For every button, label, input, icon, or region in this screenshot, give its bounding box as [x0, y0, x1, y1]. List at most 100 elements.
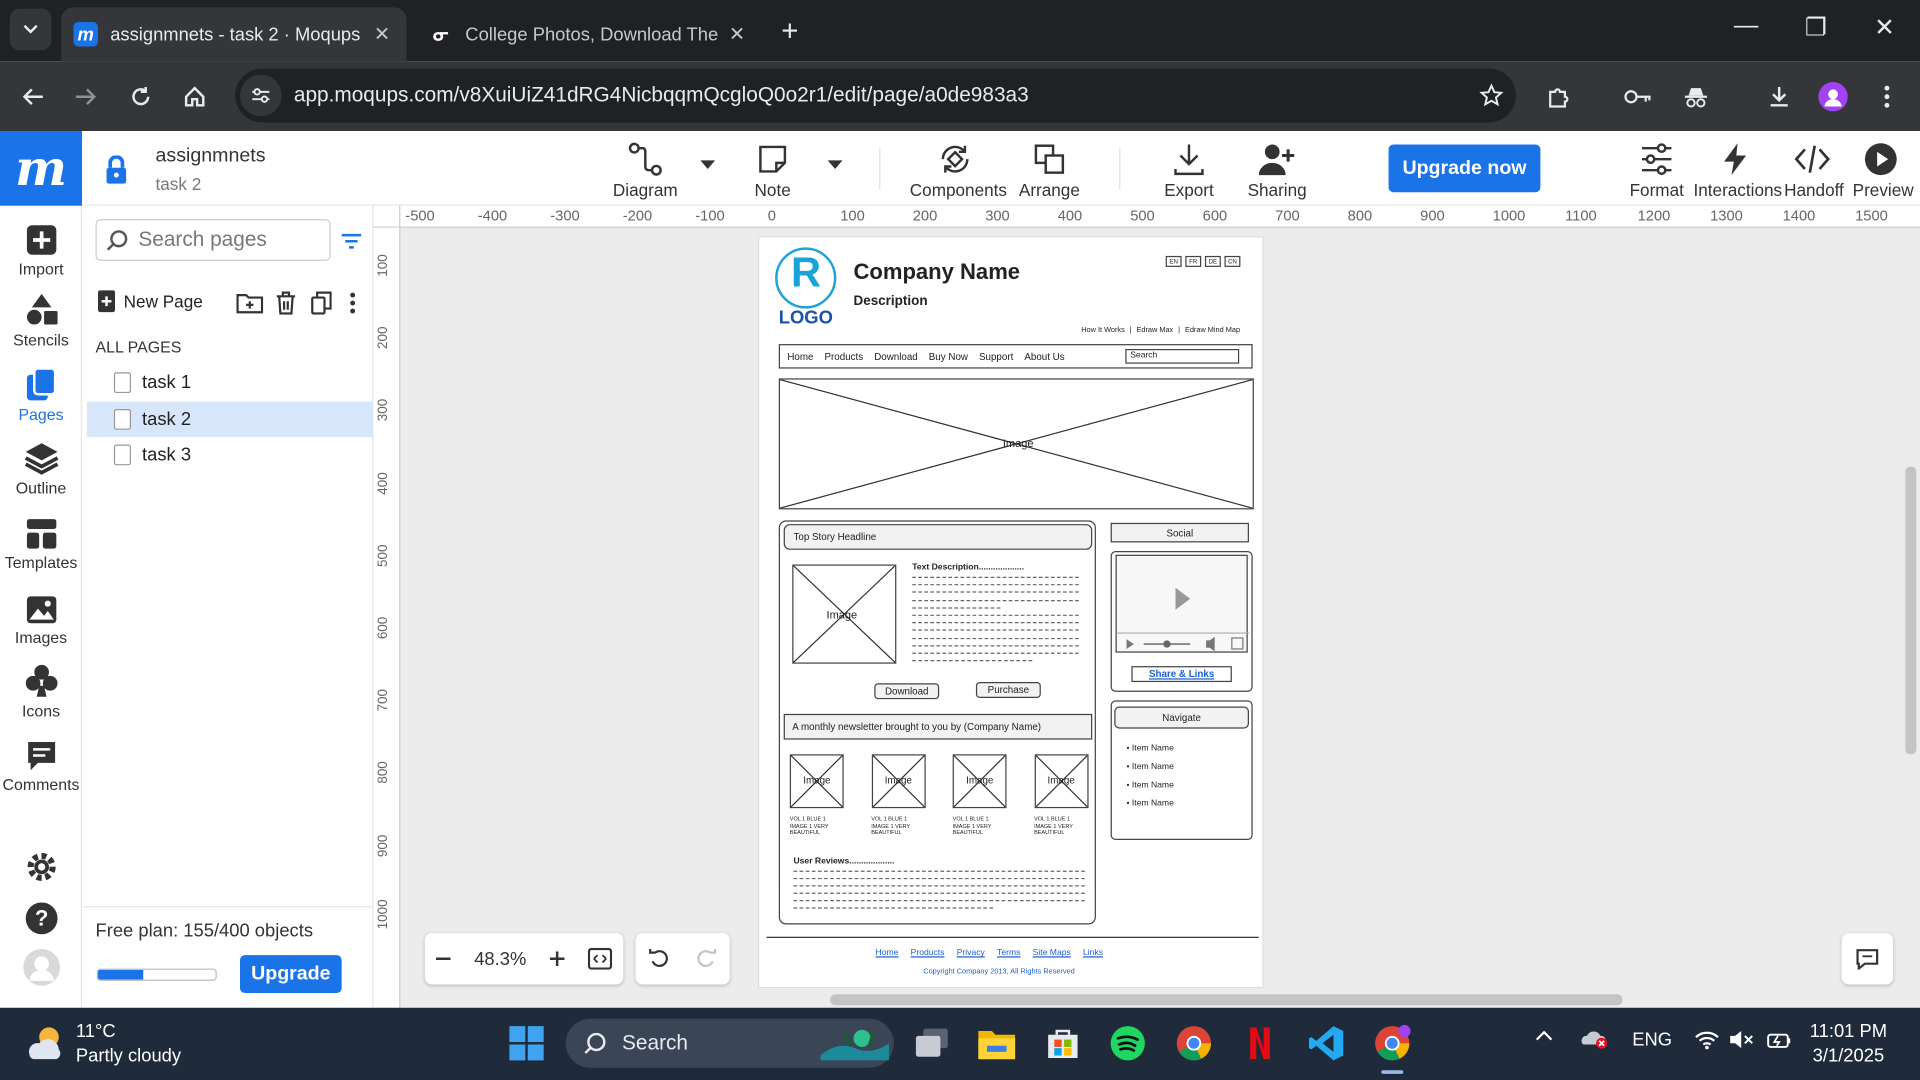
- page-item-task-1[interactable]: task 1: [87, 365, 374, 401]
- nav-templates[interactable]: Templates: [0, 513, 82, 572]
- close-tab-icon[interactable]: ✕: [370, 22, 394, 46]
- redo-icon[interactable]: [695, 948, 717, 970]
- language-indicator[interactable]: ENG: [1632, 1030, 1672, 1051]
- project-title[interactable]: assignmnets task 2: [156, 146, 266, 194]
- add-folder-icon[interactable]: [236, 291, 264, 314]
- forward-icon[interactable]: [70, 81, 102, 113]
- navigate-item-label: Item Name: [1131, 781, 1174, 790]
- nav-comments[interactable]: Comments: [0, 735, 82, 793]
- wifi-icon[interactable]: [1695, 1030, 1719, 1050]
- zoom-in-button[interactable]: [549, 951, 565, 967]
- spotify-icon[interactable]: [1107, 1022, 1149, 1064]
- nav-import[interactable]: Import: [0, 219, 82, 278]
- profile-avatar[interactable]: [1817, 81, 1849, 113]
- chrome-active-icon[interactable]: [1371, 1022, 1413, 1064]
- download-label: Download: [884, 685, 929, 697]
- nav-stencils[interactable]: Stencils: [0, 290, 82, 349]
- chrome-icon[interactable]: [1173, 1022, 1215, 1064]
- task-view-icon[interactable]: [911, 1022, 953, 1064]
- fit-to-screen-icon[interactable]: [587, 947, 612, 970]
- format-button[interactable]: Format: [1627, 141, 1686, 200]
- page-item-task-2[interactable]: task 2: [86, 401, 374, 438]
- help-button[interactable]: ?: [0, 899, 82, 939]
- download-icon[interactable]: [1763, 81, 1795, 113]
- more-options-icon[interactable]: [349, 291, 356, 314]
- text-line: [912, 576, 1079, 578]
- interactions-button[interactable]: Interactions: [1693, 141, 1782, 200]
- upgrade-now-button[interactable]: Upgrade now: [1388, 144, 1541, 193]
- user-avatar[interactable]: [0, 948, 82, 989]
- browser-tab-moqups[interactable]: m assignmnets - task 2 · Moqups ✕: [61, 7, 407, 62]
- bookmark-star-icon[interactable]: [1467, 83, 1516, 107]
- search-pages-input[interactable]: Search pages: [95, 219, 331, 261]
- horizontal-scrollbar[interactable]: [830, 994, 1623, 1006]
- home-icon[interactable]: [179, 81, 211, 113]
- diagram-dropdown-icon[interactable]: [700, 160, 716, 169]
- zoom-level[interactable]: 48.3%: [474, 948, 526, 969]
- preview-button[interactable]: Preview: [1853, 141, 1914, 200]
- note-button[interactable]: Note: [751, 141, 795, 200]
- trash-icon[interactable]: [276, 291, 297, 315]
- nav-icons[interactable]: Icons: [0, 661, 82, 720]
- site-info-icon[interactable]: [240, 74, 282, 117]
- close-tab-icon[interactable]: ✕: [725, 22, 749, 46]
- show-hidden-icons[interactable]: [1534, 1030, 1554, 1042]
- note-dropdown-icon[interactable]: [827, 160, 843, 169]
- zoom-out-button[interactable]: [436, 957, 452, 961]
- top-story-headline: Top Story Headline: [783, 524, 1093, 550]
- minimize-icon[interactable]: —: [1722, 12, 1771, 40]
- vertical-scrollbar[interactable]: [1905, 466, 1917, 755]
- browser-menu-icon[interactable]: [1871, 81, 1903, 113]
- close-window-icon[interactable]: ✕: [1860, 12, 1909, 43]
- handoff-button[interactable]: Handoff: [1784, 141, 1844, 200]
- lock-icon[interactable]: [104, 155, 128, 185]
- filter-icon[interactable]: [341, 233, 362, 250]
- tab-search-button[interactable]: [9, 8, 52, 51]
- play-icon: [1864, 143, 1897, 176]
- nav-images[interactable]: Images: [0, 588, 82, 647]
- windows-start-icon[interactable]: [506, 1022, 548, 1064]
- editor-canvas[interactable]: -500 -400 -300 -200 -100 0 100 200 300 400 500 600 7…: [373, 205, 1920, 1008]
- incognito-icon[interactable]: [1680, 81, 1712, 113]
- thumbnail-caption: IMAGE 1 VERY: [952, 822, 992, 829]
- chat-support-icon[interactable]: [1841, 933, 1894, 985]
- settings-button[interactable]: [0, 846, 82, 886]
- duplicate-icon[interactable]: [311, 291, 332, 315]
- navigate-list: • Item Name • Item Name • Item Name • It…: [1127, 740, 1174, 813]
- hero-image-label: Image: [1002, 437, 1034, 450]
- back-icon[interactable]: [17, 81, 49, 113]
- weather-icon[interactable]: [24, 1022, 66, 1061]
- weather-widget[interactable]: 11°C Partly cloudy: [76, 1020, 181, 1069]
- reload-icon[interactable]: [125, 81, 157, 113]
- password-key-icon[interactable]: [1622, 81, 1654, 113]
- sharing-button[interactable]: Sharing: [1243, 141, 1312, 200]
- onedrive-icon[interactable]: [1580, 1027, 1609, 1049]
- export-button[interactable]: Export: [1160, 141, 1219, 200]
- file-explorer-icon[interactable]: [976, 1022, 1018, 1064]
- new-tab-icon[interactable]: +: [781, 15, 798, 49]
- new-page-button[interactable]: New Page: [97, 290, 203, 313]
- taskbar-clock[interactable]: 11:01 PM 3/1/2025: [1810, 1020, 1887, 1069]
- diagram-button[interactable]: Diagram: [611, 141, 680, 200]
- nav-pages[interactable]: Pages: [0, 365, 82, 424]
- page-item-task-3[interactable]: task 3: [87, 437, 374, 473]
- components-label: Components: [909, 180, 1008, 200]
- address-bar[interactable]: app.moqups.com/v8XuiUiZ41dRG4NicbqqmQcgl…: [235, 68, 1516, 123]
- microsoft-store-icon[interactable]: [1042, 1022, 1084, 1064]
- vscode-icon[interactable]: [1305, 1022, 1347, 1064]
- ruler-corner: [373, 205, 401, 228]
- restore-icon[interactable]: ❐: [1791, 12, 1840, 43]
- extensions-icon[interactable]: [1543, 81, 1575, 113]
- undo-icon[interactable]: [648, 948, 670, 970]
- netflix-icon[interactable]: [1239, 1022, 1281, 1064]
- battery-icon[interactable]: [1767, 1030, 1791, 1052]
- nav-outline[interactable]: Outline: [0, 438, 82, 497]
- browser-tab-college-photos[interactable]: ᓂ College Photos, Download The ✕: [416, 7, 761, 61]
- arrange-button[interactable]: Arrange: [1019, 141, 1080, 200]
- moqups-logo[interactable]: m: [0, 131, 83, 206]
- taskbar-search[interactable]: Search: [565, 1018, 894, 1068]
- upgrade-button[interactable]: Upgrade: [240, 955, 342, 994]
- volume-muted-icon[interactable]: [1729, 1030, 1753, 1050]
- wireframe-artboard[interactable]: R LOGO Company Name Description EN FR DE…: [757, 236, 1264, 989]
- components-button[interactable]: Components: [910, 141, 1007, 200]
